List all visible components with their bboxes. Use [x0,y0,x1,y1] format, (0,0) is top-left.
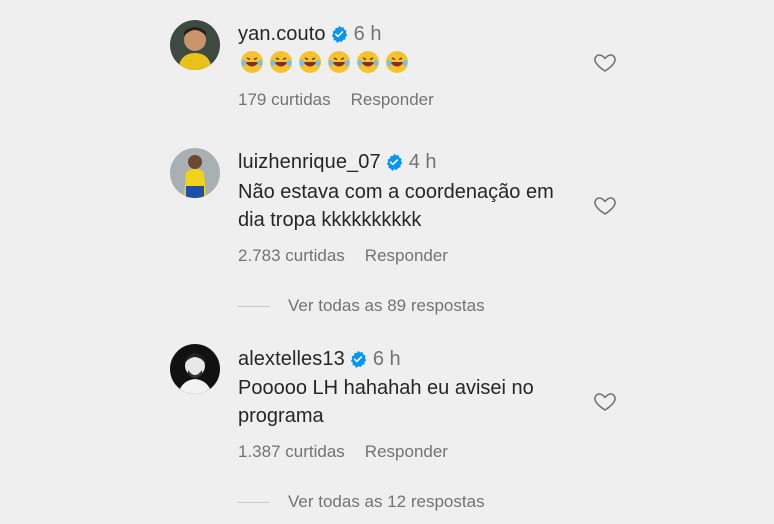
divider [238,502,270,504]
like-count[interactable]: 2.783 curtidas [238,246,345,265]
comment-meta: 1.387 curtidas Responder [238,442,448,462]
comment-text-line: programa [238,405,324,427]
view-replies-button[interactable]: Ver todas as 89 respostas [238,296,485,316]
timestamp: 6 h [372,348,401,370]
comment-header: alextelles13 6 h [238,347,401,374]
comment-meta: 2.783 curtidas Responder [238,246,448,266]
laughing-emoji-icon [328,51,350,73]
timestamp: 4 h [408,151,437,173]
avatar[interactable] [170,148,220,198]
divider [238,306,270,308]
laughing-emoji-icon [357,51,379,73]
reply-button[interactable]: Responder [365,246,448,265]
like-heart-icon[interactable] [592,389,618,413]
comment-text-line: dia tropa kkkkkkkkkk [238,209,422,231]
username[interactable]: alextelles13 [238,348,345,370]
view-replies-button[interactable]: Ver todas as 12 respostas [238,492,485,512]
username[interactable]: yan.couto [238,23,326,45]
comment-text [240,50,409,74]
laughing-emoji-icon [270,51,292,73]
comment-text-line: Não estava com a coordenação em [238,181,554,203]
like-heart-icon[interactable] [592,193,618,217]
like-count[interactable]: 1.387 curtidas [238,442,345,461]
comment-text: Não estava com a coordenação em dia trop… [238,178,578,234]
view-replies-label[interactable]: Ver todas as 12 respostas [288,492,485,511]
timestamp: 6 h [353,23,382,45]
avatar[interactable] [170,20,220,70]
reply-button[interactable]: Responder [365,442,448,461]
avatar[interactable] [170,344,220,394]
username[interactable]: luizhenrique_07 [238,151,381,173]
comment-header: luizhenrique_07 4 h [238,150,437,177]
comment-text-line: Pooooo LH hahahah eu avisei no [238,377,534,399]
reply-button[interactable]: Responder [351,90,434,109]
comment-meta: 179 curtidas Responder [238,90,434,110]
view-replies-label[interactable]: Ver todas as 89 respostas [288,296,485,315]
laughing-emoji-icon [299,51,321,73]
verified-badge-icon [349,350,367,374]
laughing-emoji-icon [386,51,408,73]
laughing-emoji-icon [241,51,263,73]
like-count[interactable]: 179 curtidas [238,90,331,109]
like-heart-icon[interactable] [592,50,618,74]
comment-header: yan.couto 6 h [238,22,381,49]
verified-badge-icon [330,25,348,49]
verified-badge-icon [385,153,403,177]
comment-text: Pooooo LH hahahah eu avisei no programa [238,374,578,430]
